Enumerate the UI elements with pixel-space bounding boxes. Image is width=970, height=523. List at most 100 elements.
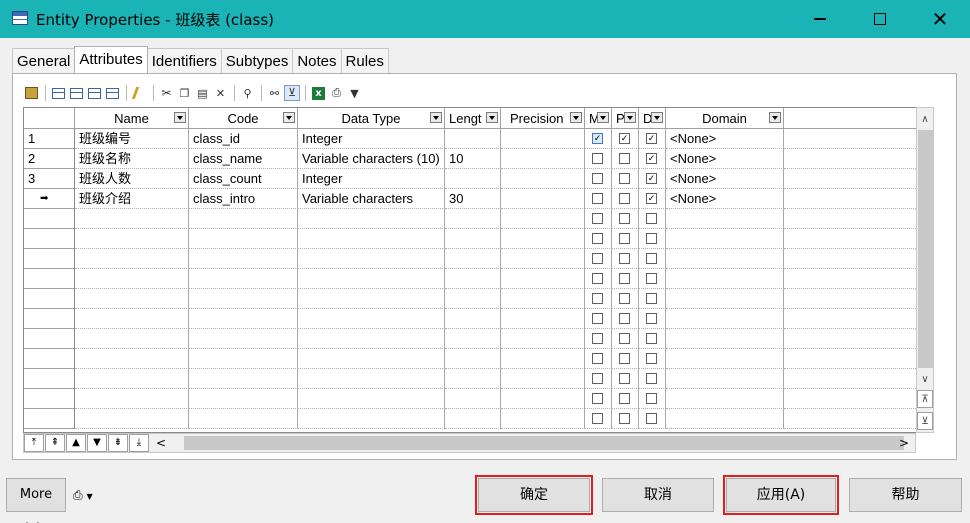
cell-code[interactable] <box>189 409 298 429</box>
cell-d[interactable]: ✓ <box>639 189 666 209</box>
checkbox-checked[interactable]: ✓ <box>646 173 657 184</box>
cell-domain[interactable] <box>666 289 784 309</box>
cell-name[interactable]: 班级人数 <box>75 169 189 189</box>
cell-code[interactable] <box>189 289 298 309</box>
row-header[interactable]: 3 <box>24 169 75 189</box>
column-header-displayed[interactable]: D <box>639 108 666 129</box>
checkbox[interactable] <box>619 153 630 164</box>
cell-length[interactable] <box>445 229 501 249</box>
print-button[interactable]: ⎙ <box>328 85 345 102</box>
tab-subtypes[interactable]: Subtypes <box>220 48 294 74</box>
column-header-data-type[interactable]: Data Type <box>298 108 445 129</box>
cell-domain[interactable] <box>666 409 784 429</box>
cell-name[interactable] <box>75 229 189 249</box>
checkbox[interactable] <box>646 313 657 324</box>
cell-m[interactable] <box>585 249 612 269</box>
cell-p[interactable] <box>612 369 639 389</box>
row-header[interactable] <box>24 269 75 289</box>
checkbox[interactable] <box>592 313 603 324</box>
move-page-down-button[interactable]: ⇟ <box>108 434 128 452</box>
tab-identifiers[interactable]: Identifiers <box>146 48 222 74</box>
cell-code[interactable] <box>189 269 298 289</box>
cell-data-type[interactable]: Variable characters <box>298 189 445 209</box>
column-filter-dropdown[interactable] <box>174 112 186 123</box>
attribute-row[interactable]: 3 班级人数 class_count Integer ✓ <None> <box>24 169 927 189</box>
cell-domain[interactable] <box>666 229 784 249</box>
checkbox[interactable] <box>592 393 603 404</box>
cell-p[interactable] <box>612 169 639 189</box>
empty-row[interactable] <box>24 309 927 329</box>
cell-precision[interactable] <box>501 209 585 229</box>
cell-d[interactable] <box>639 369 666 389</box>
cell-data-type[interactable]: Integer <box>298 169 445 189</box>
column-filter-dropdown[interactable] <box>597 112 609 123</box>
properties-button[interactable] <box>23 85 40 102</box>
cell-length[interactable] <box>445 289 501 309</box>
scroll-right-icon[interactable]: > <box>899 436 909 450</box>
cell-length[interactable] <box>445 369 501 389</box>
add-attributes-button[interactable] <box>86 85 103 102</box>
cell-d[interactable] <box>639 329 666 349</box>
cell-name[interactable]: 班级编号 <box>75 129 189 149</box>
checkbox-checked[interactable]: ✓ <box>592 133 603 144</box>
cell-p[interactable]: ✓ <box>612 129 639 149</box>
cell-length[interactable] <box>445 389 501 409</box>
cell-m[interactable] <box>585 389 612 409</box>
checkbox[interactable] <box>592 173 603 184</box>
cell-d[interactable] <box>639 289 666 309</box>
cell-data-type[interactable] <box>298 269 445 289</box>
scroll-left-icon[interactable]: < <box>156 436 166 450</box>
scroll-up-button[interactable]: ∧ <box>917 110 933 128</box>
column-header-domain[interactable]: Domain <box>666 108 784 129</box>
cell-p[interactable] <box>612 409 639 429</box>
checkbox[interactable] <box>619 413 630 424</box>
cell-length[interactable] <box>445 129 501 149</box>
cell-m[interactable] <box>585 209 612 229</box>
cell-m[interactable] <box>585 169 612 189</box>
cell-length[interactable] <box>445 269 501 289</box>
help-button[interactable]: 帮助 <box>849 478 962 512</box>
cell-code[interactable] <box>189 369 298 389</box>
column-header-length[interactable]: Lengt <box>445 108 501 129</box>
cell-d[interactable] <box>639 229 666 249</box>
cell-domain[interactable] <box>666 329 784 349</box>
toolbar-dropdown-button[interactable]: ▼ <box>346 85 363 102</box>
column-filter-dropdown[interactable] <box>769 112 781 123</box>
cell-name[interactable] <box>75 369 189 389</box>
cell-precision[interactable] <box>501 189 585 209</box>
tab-attributes[interactable]: Attributes <box>74 46 148 74</box>
cell-domain[interactable] <box>666 209 784 229</box>
cancel-button[interactable]: 取消 <box>602 478 714 512</box>
row-header[interactable] <box>24 369 75 389</box>
cell-domain[interactable]: <None> <box>666 149 784 169</box>
cell-m[interactable] <box>585 349 612 369</box>
checkbox-checked[interactable]: ✓ <box>646 193 657 204</box>
cell-p[interactable] <box>612 149 639 169</box>
checkbox[interactable] <box>592 153 603 164</box>
checkbox[interactable] <box>646 413 657 424</box>
checkbox[interactable] <box>592 273 603 284</box>
checkbox-checked[interactable]: ✓ <box>619 133 630 144</box>
filter-button[interactable]: ⚯ <box>266 85 283 102</box>
empty-row[interactable] <box>24 289 927 309</box>
copy-button[interactable]: ❐ <box>176 85 193 102</box>
move-up-button[interactable]: ▲ <box>66 434 86 452</box>
checkbox[interactable] <box>619 293 630 304</box>
checkbox[interactable] <box>592 213 603 224</box>
cell-length[interactable]: 10 <box>445 149 501 169</box>
checkbox[interactable] <box>619 273 630 284</box>
column-filter-dropdown[interactable] <box>570 112 582 123</box>
cell-p[interactable] <box>612 349 639 369</box>
checkbox[interactable] <box>619 313 630 324</box>
checkbox-checked[interactable]: ✓ <box>646 133 657 144</box>
row-header[interactable] <box>24 289 75 309</box>
empty-row[interactable] <box>24 349 927 369</box>
cell-code[interactable]: class_count <box>189 169 298 189</box>
cell-p[interactable] <box>612 229 639 249</box>
cell-precision[interactable] <box>501 329 585 349</box>
cell-domain[interactable] <box>666 309 784 329</box>
ok-button[interactable]: 确定 <box>475 475 593 515</box>
cell-name[interactable] <box>75 289 189 309</box>
cell-length[interactable] <box>445 309 501 329</box>
delete-button[interactable]: ✕ <box>212 85 229 102</box>
